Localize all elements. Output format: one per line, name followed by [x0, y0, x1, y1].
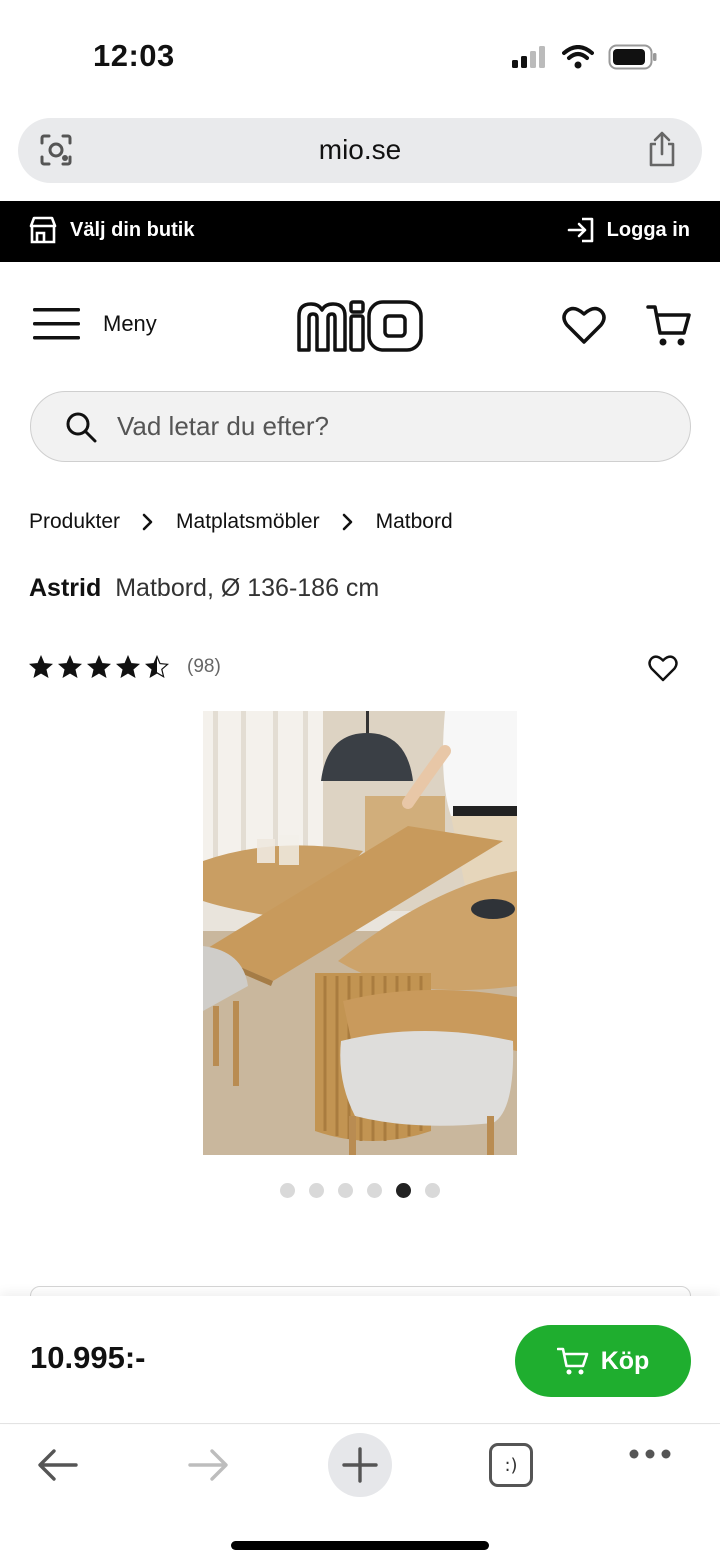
chevron-right-icon: [142, 512, 154, 532]
search-input[interactable]: [117, 392, 657, 460]
back-icon[interactable]: [36, 1445, 80, 1490]
product-price: 10.995:-: [30, 1340, 146, 1375]
carousel-dot[interactable]: [309, 1183, 324, 1198]
status-time: 12:03: [93, 38, 175, 73]
carousel-dot[interactable]: [280, 1183, 295, 1198]
search-icon: [65, 411, 97, 448]
star-rating: [29, 655, 169, 679]
plus-icon[interactable]: [328, 1433, 392, 1497]
hamburger-icon: [33, 308, 80, 340]
choose-store-label: Välj din butik: [70, 218, 195, 241]
cart-icon: [556, 1347, 588, 1375]
buy-button[interactable]: Köp: [515, 1325, 691, 1397]
breadcrumb-item-dining-tables[interactable]: Matbord: [376, 510, 453, 534]
buy-label: Köp: [600, 1346, 650, 1375]
star-icon: [116, 655, 140, 679]
star-icon: [29, 655, 53, 679]
review-count[interactable]: (98): [187, 656, 221, 678]
product-title: Astrid Matbord, Ø 136-186 cm: [29, 574, 379, 603]
status-bar: 12:03: [0, 0, 720, 110]
tabs-icon[interactable]: :): [489, 1443, 533, 1487]
product-description: Matbord, Ø 136-186 cm: [115, 574, 380, 602]
choose-store-button[interactable]: Välj din butik: [28, 216, 194, 244]
menu-button[interactable]: Meny: [33, 306, 157, 342]
star-icon: [58, 655, 82, 679]
search-bar[interactable]: [30, 391, 691, 462]
wishlist-heart-icon[interactable]: [562, 305, 606, 350]
menu-label: Meny: [103, 311, 157, 336]
url-text[interactable]: mio.se: [18, 134, 702, 166]
home-indicator[interactable]: [231, 1541, 489, 1550]
address-bar[interactable]: mio.se: [18, 118, 702, 183]
cart-icon[interactable]: [646, 303, 692, 352]
wifi-icon: [562, 45, 594, 69]
product-name: Astrid: [29, 574, 102, 602]
carousel-dot[interactable]: [367, 1183, 382, 1198]
login-label: Logga in: [606, 218, 690, 241]
carousel-dot[interactable]: [338, 1183, 353, 1198]
signal-icon: [512, 46, 545, 68]
breadcrumb-item-products[interactable]: Produkter: [29, 510, 120, 534]
carousel-dot[interactable]: [425, 1183, 440, 1198]
breadcrumb-item-dining-furniture[interactable]: Matplatsmöbler: [176, 510, 320, 534]
login-button[interactable]: Logga in: [567, 216, 690, 244]
top-strip: Välj din butik Logga in: [0, 201, 720, 262]
carousel-dots: [0, 1183, 720, 1198]
login-icon: [567, 217, 593, 243]
rating[interactable]: (98): [29, 655, 221, 679]
star-icon: [87, 655, 111, 679]
carousel-dot[interactable]: [396, 1183, 411, 1198]
forward-icon[interactable]: [186, 1445, 230, 1490]
favorite-heart-icon[interactable]: [648, 654, 678, 687]
chevron-right-icon: [342, 512, 354, 532]
buy-bar: 10.995:- Köp: [0, 1296, 720, 1424]
battery-icon: [608, 44, 657, 70]
status-icons: [512, 44, 658, 70]
share-icon[interactable]: [646, 130, 678, 173]
more-icon[interactable]: [628, 1447, 672, 1465]
star-icon: [145, 655, 169, 679]
store-icon: [29, 216, 57, 244]
product-image[interactable]: [203, 711, 517, 1155]
mio-logo[interactable]: [295, 296, 425, 361]
breadcrumb: Produkter Matplatsmöbler Matbord: [29, 510, 453, 534]
